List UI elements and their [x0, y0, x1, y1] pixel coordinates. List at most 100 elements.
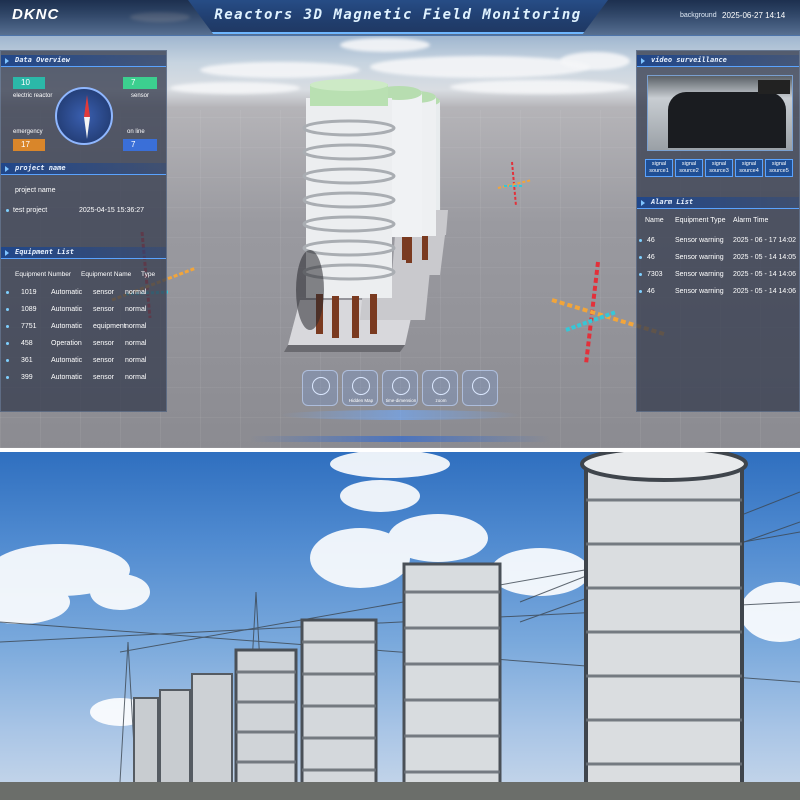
data-overview-header: Data Overview: [1, 55, 166, 67]
sensor-label: sensor: [131, 93, 150, 99]
signal-source-button[interactable]: signal source2: [675, 159, 703, 177]
equipment-cell[interactable]: 458: [21, 340, 33, 347]
toolbar-button-1[interactable]: [302, 370, 338, 406]
equipment-list-title: Equipment List: [15, 248, 75, 256]
project-time: 2025-04-15 15:36:27: [79, 207, 144, 214]
toolbar-button-4[interactable]: zoom: [422, 370, 458, 406]
equipment-row-dot: [6, 376, 9, 379]
equipment-cell[interactable]: 1089: [21, 306, 37, 313]
monitoring-dashboard: DKNC Reactors 3D Magnetic Field Monitori…: [0, 0, 800, 448]
reactor-field-photo: [0, 452, 800, 800]
compass-icon[interactable]: [55, 87, 113, 145]
signal-source-button[interactable]: signal source5: [765, 159, 793, 177]
alarm-cell: Sensor warning: [675, 237, 724, 244]
photo-reactor-mid: [234, 562, 502, 796]
emergency-label: emergency: [13, 129, 43, 135]
alarm-cell: 2025 - 06 - 17 14:02: [733, 237, 797, 244]
alarm-row-dot: [639, 273, 642, 276]
project-panel-title: project name: [15, 164, 66, 172]
equipment-cell[interactable]: 1019: [21, 289, 37, 296]
title-banner: Reactors 3D Magnetic Field Monitoring: [188, 0, 608, 34]
current-datetime: 2025-06-27 14:14: [722, 11, 786, 20]
project-column-header: project name: [15, 187, 56, 194]
emergency-count: 17: [13, 139, 45, 151]
photo-reactor-far: [133, 673, 233, 795]
zoom-icon: [432, 377, 450, 395]
alarm-cell[interactable]: 7303: [647, 271, 663, 278]
equipment-col-number: Equipment Number: [15, 271, 71, 278]
online-count: 7: [123, 139, 157, 151]
toolbar-button-3[interactable]: time-dimension: [382, 370, 418, 406]
signal-source-button[interactable]: signal source1: [645, 159, 673, 177]
video-header: video surveillance: [637, 55, 799, 67]
equipment-cell: Automatic: [51, 357, 83, 364]
alarm-cell[interactable]: 46: [647, 288, 655, 295]
alarm-row-dot: [639, 239, 642, 242]
toolbar-button-2[interactable]: Hidden Map: [342, 370, 378, 406]
equipment-cell: normal: [125, 374, 147, 381]
left-panel: Data Overview 10 electric reactor 7 sens…: [0, 50, 167, 412]
equipment-cell: sensor: [93, 306, 115, 313]
sensor-count: 7: [123, 77, 157, 89]
equipment-cell: normal: [125, 289, 147, 296]
alarm-list-title: Alarm List: [651, 198, 694, 206]
globe-icon: [312, 377, 330, 395]
equipment-cell: sensor: [93, 340, 115, 347]
right-panel: video surveillance signal source1 signal …: [636, 50, 800, 412]
alarm-cell: Sensor warning: [675, 288, 724, 295]
online-label: on line: [127, 129, 145, 135]
alarm-cell: 2025 - 05 - 14 14:05: [733, 254, 797, 261]
equipment-row-dot: [6, 342, 9, 345]
alarm-row-dot: [639, 290, 642, 293]
equipment-cell[interactable]: 7751: [21, 323, 37, 330]
equipment-cell: sensor: [93, 289, 115, 296]
alarm-cell: Sensor warning: [675, 271, 724, 278]
equipment-cell: Automatic: [51, 289, 83, 296]
video-title: video surveillance: [651, 56, 727, 64]
equipment-list-header: Equipment List: [1, 247, 166, 259]
equipment-cell: sensor: [93, 357, 115, 364]
compass-tool-icon: [472, 377, 490, 395]
equipment-row-dot: [6, 359, 9, 362]
equipment-cell[interactable]: 361: [21, 357, 33, 364]
magnetic-field-vector-2: [497, 161, 533, 207]
equipment-col-type: Type: [141, 271, 156, 278]
equipment-cell: sensor: [93, 374, 115, 381]
alarm-cell: 2025 - 05 - 14 14:06: [733, 288, 797, 295]
alarm-col-type: Equipment Type: [675, 217, 726, 224]
brand-logo: DKNC: [12, 6, 60, 23]
signal-source-button[interactable]: signal source4: [735, 159, 763, 177]
map-icon: [352, 377, 370, 395]
alarm-cell[interactable]: 46: [647, 254, 655, 261]
equipment-row-dot: [6, 291, 9, 294]
video-feed[interactable]: [647, 75, 793, 151]
reactor-photo-scene: [0, 452, 800, 800]
project-name[interactable]: test project: [13, 207, 47, 214]
equipment-cell[interactable]: 399: [21, 374, 33, 381]
signal-source-button[interactable]: signal source3: [705, 159, 733, 177]
equipment-cell: Automatic: [51, 323, 83, 330]
equipment-cell: Operation: [51, 340, 82, 347]
alarm-col-time: Alarm Time: [733, 217, 769, 224]
equipment-row-dot: [6, 325, 9, 328]
equipment-row-dot: [6, 308, 9, 311]
equipment-cell: Automatic: [51, 306, 83, 313]
equipment-col-name: Equipment Name: [81, 271, 132, 278]
alarm-cell: Sensor warning: [675, 254, 724, 261]
equipment-cell: Automatic: [51, 374, 83, 381]
page-title: Reactors 3D Magnetic Field Monitoring: [214, 7, 582, 23]
alarm-list-header: Alarm List: [637, 197, 799, 209]
photo-reactor-near: [580, 452, 748, 792]
data-overview-title: Data Overview: [15, 56, 70, 64]
background-toggle[interactable]: background: [680, 12, 717, 19]
cloud-time-icon: [392, 377, 410, 395]
alarm-row-dot: [639, 256, 642, 259]
equipment-cell: normal: [125, 357, 147, 364]
electric-reactor-label: electric reactor: [13, 93, 53, 99]
title-bar: DKNC Reactors 3D Magnetic Field Monitori…: [0, 0, 800, 36]
toolbar: [280, 410, 520, 420]
alarm-cell[interactable]: 46: [647, 237, 655, 244]
toolbar-button-5[interactable]: [462, 370, 498, 406]
equipment-cell: normal: [125, 340, 147, 347]
equipment-cell: normal: [125, 306, 147, 313]
